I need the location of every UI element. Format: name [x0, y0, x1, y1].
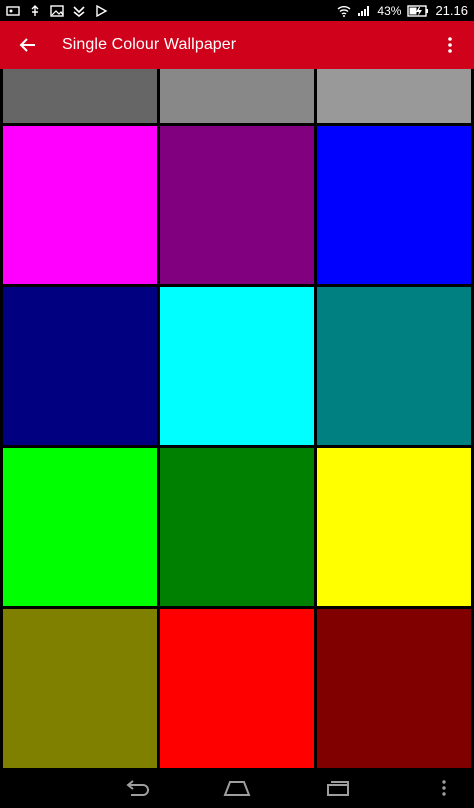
download-icon [72, 5, 86, 17]
menu-nav-icon [442, 780, 446, 796]
notification-icon [6, 5, 20, 17]
signal-icon [357, 5, 371, 17]
status-bar: 43% 21.16 [0, 0, 474, 21]
back-button[interactable] [0, 21, 56, 69]
wifi-icon [337, 5, 351, 17]
recents-nav-icon [327, 781, 349, 796]
recents-nav-button[interactable] [298, 768, 378, 808]
play-store-icon [94, 4, 108, 17]
color-tile-red[interactable] [160, 609, 314, 768]
color-tile-gray[interactable] [3, 69, 157, 123]
status-notifications [6, 4, 108, 17]
home-nav-button[interactable] [197, 768, 277, 808]
status-system: 43% 21.16 [337, 3, 468, 18]
clock: 21.16 [435, 3, 468, 18]
color-tile-yellow[interactable] [317, 448, 471, 606]
usb-icon [28, 4, 42, 17]
color-tile-dark-gray[interactable] [160, 69, 314, 123]
page-title: Single Colour Wallpaper [62, 36, 237, 53]
color-tile-lime[interactable] [3, 448, 157, 606]
color-tile-olive[interactable] [3, 609, 157, 768]
home-nav-icon [223, 781, 251, 796]
color-tile-teal[interactable] [317, 287, 471, 445]
color-tile-navy[interactable] [3, 287, 157, 445]
color-tile-light-gray[interactable] [317, 69, 471, 123]
more-vert-icon [448, 37, 452, 53]
battery-percent: 43% [377, 3, 402, 18]
arrow-back-icon [19, 38, 35, 52]
color-tile-blue[interactable] [317, 126, 471, 284]
app-bar: Single Colour Wallpaper [0, 21, 474, 69]
navigation-bar [0, 768, 474, 808]
image-icon [50, 4, 64, 17]
overflow-menu-button[interactable] [426, 21, 474, 69]
color-tile-purple[interactable] [160, 126, 314, 284]
menu-nav-button[interactable] [414, 768, 474, 808]
color-grid [0, 69, 474, 768]
color-tile-magenta[interactable] [3, 126, 157, 284]
color-tile-maroon[interactable] [317, 609, 471, 768]
back-nav-button[interactable] [96, 768, 176, 808]
back-nav-icon [126, 780, 149, 796]
color-tile-cyan[interactable] [160, 287, 314, 445]
battery-charging-icon [407, 4, 429, 17]
color-tile-green[interactable] [160, 448, 314, 606]
